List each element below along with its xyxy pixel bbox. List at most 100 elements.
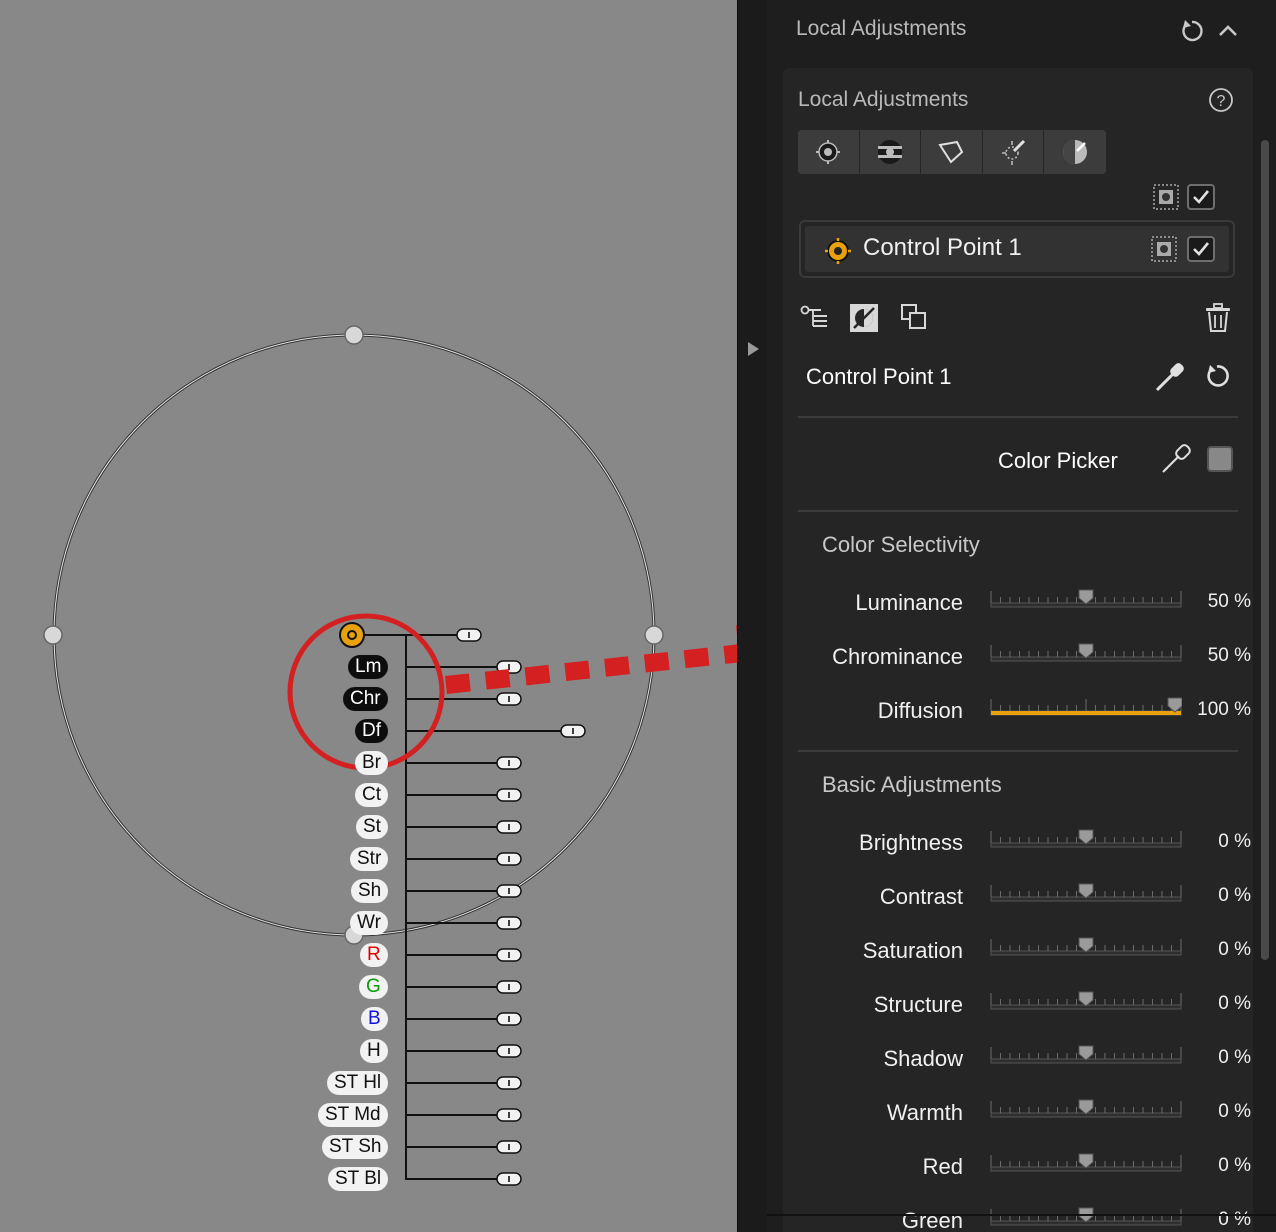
show-mask-icon[interactable] bbox=[1149, 234, 1179, 264]
reset-panel-icon[interactable] bbox=[1177, 16, 1207, 46]
slider-label: Structure bbox=[873, 992, 963, 1017]
canvas-slider-label[interactable]: Wr bbox=[350, 911, 388, 935]
canvas-slider-label[interactable]: Str bbox=[350, 847, 389, 871]
slider-handle[interactable] bbox=[1078, 829, 1094, 845]
control-point-center[interactable] bbox=[339, 622, 365, 648]
slider-track[interactable] bbox=[990, 990, 1182, 1016]
slider-diffusion: Diffusion 100 % bbox=[783, 690, 1253, 730]
canvas-slider-label[interactable]: Lm bbox=[348, 655, 389, 679]
slider-track[interactable] bbox=[990, 1152, 1182, 1178]
canvas-slider-label[interactable]: Chr bbox=[343, 687, 388, 711]
slider-label: Red bbox=[922, 1154, 963, 1179]
collapse-section-icon[interactable] bbox=[1213, 16, 1243, 46]
canvas-slider-label[interactable]: B bbox=[361, 1007, 388, 1031]
help-icon[interactable]: ? bbox=[1207, 86, 1235, 114]
slider-track[interactable] bbox=[990, 936, 1182, 962]
canvas-slider-label[interactable]: ST Md bbox=[318, 1103, 388, 1127]
gradient-icon[interactable] bbox=[860, 130, 922, 174]
control-point-icon[interactable] bbox=[798, 130, 860, 174]
tree-view-icon[interactable] bbox=[799, 302, 831, 332]
slider-value[interactable]: 0 % bbox=[1218, 939, 1251, 961]
all-enabled-checkbox[interactable] bbox=[1187, 184, 1215, 210]
slider-handle[interactable] bbox=[1078, 1153, 1094, 1169]
slider-handle[interactable] bbox=[1078, 643, 1094, 659]
slider-green: Green 0 % bbox=[783, 1200, 1253, 1232]
slider-structure: Structure 0 % bbox=[783, 984, 1253, 1024]
canvas-slider-label[interactable]: St bbox=[356, 815, 388, 839]
delete-icon[interactable] bbox=[1203, 302, 1233, 332]
canvas-slider-label[interactable]: ST Sh bbox=[322, 1135, 389, 1159]
section-title: Local Adjustments bbox=[798, 88, 969, 111]
canvas-slider-label[interactable]: ST Bl bbox=[328, 1167, 389, 1191]
basic-adjustments-title: Basic Adjustments bbox=[822, 772, 1002, 797]
control-point-list-item[interactable]: Control Point 1 bbox=[799, 220, 1235, 278]
canvas-slider-label[interactable]: Sh bbox=[351, 879, 389, 903]
slider-luminance: Luminance 50 % bbox=[783, 582, 1253, 622]
reset-point-icon[interactable] bbox=[1203, 362, 1233, 392]
color-picker-swatch[interactable] bbox=[1207, 446, 1233, 472]
slider-value[interactable]: 0 % bbox=[1218, 1209, 1251, 1231]
slider-value[interactable]: 100 % bbox=[1197, 699, 1251, 721]
slider-handle[interactable] bbox=[1167, 697, 1182, 713]
annotation-arrow-shaft bbox=[445, 644, 737, 694]
collapse-panel-icon[interactable] bbox=[748, 342, 759, 356]
slider-value[interactable]: 50 % bbox=[1208, 591, 1251, 613]
canvas-slider-label[interactable]: G bbox=[359, 975, 388, 999]
slider-track[interactable] bbox=[990, 828, 1182, 854]
radius-handle-right[interactable] bbox=[644, 625, 664, 645]
canvas-slider-label[interactable]: Ct bbox=[355, 783, 388, 807]
color-selectivity-sliders: Luminance 50 % Chrominance 50 % Diffusion 100… bbox=[783, 582, 1253, 752]
slider-track[interactable] bbox=[990, 642, 1182, 668]
invert-mask-icon[interactable] bbox=[848, 302, 880, 334]
brush-icon[interactable] bbox=[983, 130, 1045, 174]
radius-handle-left[interactable] bbox=[43, 625, 63, 645]
slider-handle[interactable] bbox=[1078, 937, 1094, 953]
slider-label: Luminance bbox=[855, 590, 963, 615]
selected-point-name: Control Point 1 bbox=[806, 364, 952, 389]
canvas-slider-label[interactable]: Br bbox=[355, 751, 388, 775]
slider-handle[interactable] bbox=[1078, 589, 1094, 605]
separator bbox=[798, 510, 1238, 512]
panel-divider[interactable] bbox=[737, 0, 767, 1232]
control-point-icon bbox=[823, 236, 853, 266]
slider-handle[interactable] bbox=[1078, 1099, 1094, 1115]
slider-value[interactable]: 0 % bbox=[1218, 1047, 1251, 1069]
slider-shadow: Shadow 0 % bbox=[783, 1038, 1253, 1078]
image-canvas[interactable]: Lm Chr Df Br Ct St Str Sh Wr R G B H ST Hl ST Md ST Sh S… bbox=[0, 0, 737, 1232]
duplicate-icon[interactable] bbox=[899, 302, 929, 332]
slider-label: Green bbox=[901, 1208, 963, 1232]
basic-adjustments-sliders: Brightness 0 % Contrast 0 % Saturation 0 % Str… bbox=[783, 822, 1253, 1232]
slider-track[interactable] bbox=[990, 588, 1182, 614]
slider-chrominance: Chrominance 50 % bbox=[783, 636, 1253, 676]
tool-selector bbox=[798, 130, 1106, 174]
slider-handle[interactable] bbox=[1078, 883, 1094, 899]
slider-track[interactable] bbox=[990, 696, 1182, 722]
slider-value[interactable]: 0 % bbox=[1218, 1155, 1251, 1177]
radius-handle-top[interactable] bbox=[344, 325, 364, 345]
enable-checkbox[interactable] bbox=[1187, 236, 1215, 262]
slider-value[interactable]: 0 % bbox=[1218, 831, 1251, 853]
slider-handle[interactable] bbox=[1078, 991, 1094, 1007]
slider-track[interactable] bbox=[990, 1206, 1182, 1232]
slider-track[interactable] bbox=[990, 882, 1182, 908]
polygon-icon[interactable] bbox=[921, 130, 983, 174]
color-picker-eyedropper-icon[interactable] bbox=[1159, 442, 1193, 476]
canvas-slider-label[interactable]: H bbox=[360, 1039, 388, 1063]
panel-scrollbar[interactable] bbox=[1261, 140, 1269, 960]
show-mask-icon[interactable] bbox=[1151, 182, 1181, 212]
slider-value[interactable]: 0 % bbox=[1218, 885, 1251, 907]
slider-track[interactable] bbox=[990, 1098, 1182, 1124]
slider-value[interactable]: 0 % bbox=[1218, 1101, 1251, 1123]
slider-value[interactable]: 0 % bbox=[1218, 993, 1251, 1015]
eyedropper-icon[interactable] bbox=[1153, 360, 1187, 394]
canvas-slider-label[interactable]: Df bbox=[355, 719, 388, 743]
slider-label: Brightness bbox=[859, 830, 963, 855]
slider-track[interactable] bbox=[990, 1044, 1182, 1070]
canvas-slider-label[interactable]: ST Hl bbox=[327, 1071, 389, 1095]
slider-value[interactable]: 50 % bbox=[1208, 645, 1251, 667]
svg-text:?: ? bbox=[1217, 93, 1226, 110]
canvas-slider-label[interactable]: R bbox=[360, 943, 388, 967]
slider-handle[interactable] bbox=[1078, 1045, 1094, 1061]
color-selectivity-title: Color Selectivity bbox=[822, 532, 980, 557]
luminosity-mask-icon[interactable] bbox=[1044, 130, 1106, 174]
